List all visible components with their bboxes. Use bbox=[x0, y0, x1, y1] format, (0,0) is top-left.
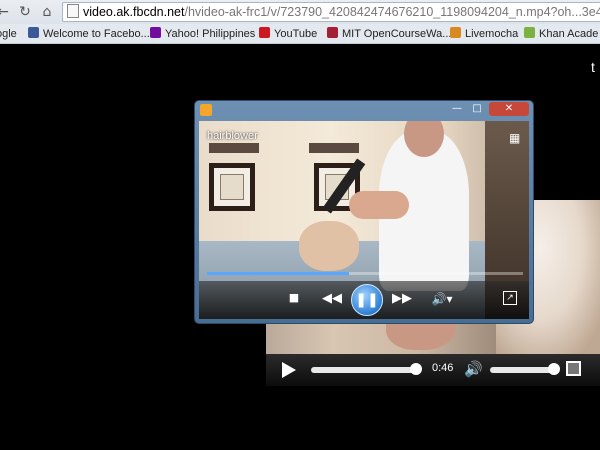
switch-view-icon[interactable]: ↗ bbox=[503, 291, 517, 305]
volume-icon[interactable]: 🔊▾ bbox=[425, 290, 459, 308]
bookmark-mit[interactable]: MIT OpenCourseWa... bbox=[327, 24, 452, 43]
page-icon bbox=[67, 4, 79, 18]
switch-to-library-icon[interactable]: ▦ bbox=[509, 131, 520, 145]
livemocha-icon bbox=[450, 27, 461, 38]
bookmarks-bar: ogle Welcome to Facebo... Yahoo! Philipp… bbox=[0, 24, 600, 44]
home-icon[interactable]: ⌂ bbox=[38, 3, 56, 21]
media-player-icon bbox=[200, 104, 212, 116]
fullscreen-icon[interactable] bbox=[566, 361, 581, 376]
back-arrow-icon[interactable]: ← bbox=[0, 3, 12, 21]
seek-bar[interactable] bbox=[207, 272, 523, 275]
yahoo-icon bbox=[150, 27, 161, 38]
bookmark-google[interactable]: ogle bbox=[0, 24, 17, 43]
facebook-icon bbox=[28, 27, 39, 38]
video-display[interactable]: hairblower ▦ ■ ◀◀ ❚❚ ▶▶ 🔊▾ ↗ bbox=[199, 121, 529, 319]
video-frame-content bbox=[209, 143, 259, 153]
url-path: /hvideo-ak-frc1/v/723790_420842474676210… bbox=[184, 5, 600, 19]
page-player-controls: 0:46 🔊 bbox=[266, 354, 600, 386]
play-icon[interactable] bbox=[282, 362, 296, 378]
corner-text: t bbox=[591, 59, 595, 75]
bookmark-khan[interactable]: Khan Acade bbox=[524, 24, 599, 43]
video-frame-content bbox=[299, 221, 359, 271]
bookmark-facebook[interactable]: Welcome to Facebo... bbox=[28, 24, 150, 43]
bookmark-label: MIT OpenCourseWa... bbox=[342, 28, 452, 40]
address-bar[interactable]: video.ak.fbcdn.net/hvideo-ak-frc1/v/7237… bbox=[62, 2, 600, 22]
bookmark-label: ogle bbox=[0, 28, 17, 40]
url-host: video.ak.fbcdn.net bbox=[83, 5, 185, 19]
player-controls: ■ ◀◀ ❚❚ ▶▶ 🔊▾ ↗ bbox=[199, 281, 529, 319]
khan-icon bbox=[524, 27, 535, 38]
seek-thumb[interactable] bbox=[410, 363, 422, 375]
video-frame-content bbox=[349, 191, 409, 219]
bookmark-label: YouTube bbox=[274, 28, 318, 40]
video-frame-content bbox=[220, 174, 244, 200]
stop-button[interactable]: ■ bbox=[287, 291, 301, 305]
seek-progress bbox=[207, 272, 350, 275]
bookmark-youtube[interactable]: YouTube bbox=[259, 24, 318, 43]
volume-thumb[interactable] bbox=[548, 363, 560, 375]
window-titlebar[interactable]: — □ ✕ bbox=[195, 101, 533, 119]
bookmark-label: Livemocha bbox=[465, 28, 519, 40]
volume-icon[interactable]: 🔊 bbox=[464, 360, 483, 378]
seek-bar[interactable] bbox=[311, 367, 421, 373]
volume-slider[interactable] bbox=[490, 367, 552, 373]
pause-button[interactable]: ❚❚ bbox=[351, 284, 383, 316]
media-player-window: — □ ✕ hairblower ▦ ■ ◀◀ ❚❚ ▶▶ 🔊▾ ↗ bbox=[194, 100, 534, 324]
previous-button[interactable]: ◀◀ bbox=[321, 291, 343, 307]
bookmark-label: Khan Acade bbox=[539, 28, 599, 40]
bookmark-label: Yahoo! Philippines bbox=[165, 28, 256, 40]
media-title: hairblower bbox=[207, 130, 258, 142]
close-button[interactable]: ✕ bbox=[489, 102, 529, 116]
youtube-icon bbox=[259, 27, 270, 38]
reload-icon[interactable]: ↻ bbox=[16, 3, 34, 21]
minimize-button[interactable]: — bbox=[447, 102, 467, 116]
current-time: 0:46 bbox=[432, 362, 454, 374]
browser-toolbar: ← ↻ ⌂ video.ak.fbcdn.net/hvideo-ak-frc1/… bbox=[0, 0, 600, 24]
bookmark-label: Welcome to Facebo... bbox=[43, 28, 150, 40]
video-frame-content bbox=[209, 163, 255, 211]
video-frame-content bbox=[309, 143, 359, 153]
maximize-button[interactable]: □ bbox=[467, 102, 487, 116]
bookmark-livemocha[interactable]: Livemocha bbox=[450, 24, 519, 43]
mit-icon bbox=[327, 27, 338, 38]
next-button[interactable]: ▶▶ bbox=[391, 291, 413, 307]
bookmark-yahoo[interactable]: Yahoo! Philippines bbox=[150, 24, 256, 43]
